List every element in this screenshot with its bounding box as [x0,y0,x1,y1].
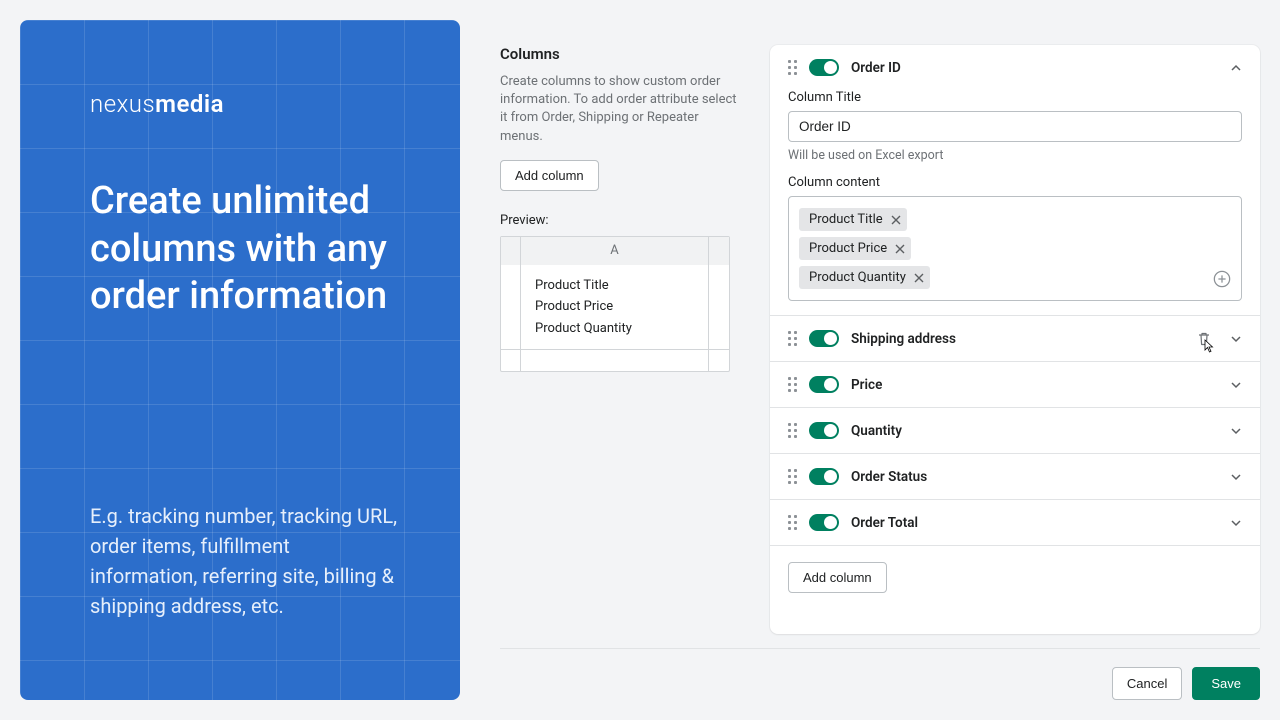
preview-label: Preview: [500,213,740,228]
enable-toggle[interactable] [809,468,839,485]
column-card-order-status: Order Status [770,454,1260,500]
column-title-input[interactable] [788,111,1242,142]
enable-toggle[interactable] [809,59,839,76]
column-title-help: Will be used on Excel export [788,148,1242,163]
close-icon [914,273,924,283]
expand-toggle[interactable] [1230,517,1242,529]
drag-handle-icon[interactable] [788,423,797,438]
column-content-tags[interactable]: Product Title Product Price [788,196,1242,301]
delete-column-button[interactable] [1196,331,1212,347]
tag-label: Product Quantity [809,270,906,285]
preview-table: A Product Title Product Price Product Qu… [500,236,730,372]
close-icon [895,244,905,254]
column-card-title: Order Total [851,515,1218,531]
chevron-down-icon [1230,517,1242,529]
chevron-down-icon [1230,379,1242,391]
cursor-pointer-icon [1200,339,1216,355]
column-card-title: Order Status [851,469,1218,485]
expand-toggle[interactable] [1230,471,1242,483]
chevron-up-icon [1230,62,1242,74]
column-card-price: Price [770,362,1260,408]
save-button[interactable]: Save [1192,667,1260,700]
content-tag: Product Title [799,208,907,231]
preview-cell: Product Quantity [535,318,694,339]
add-tag-button[interactable] [1213,270,1231,292]
preview-cell: Product Title [535,275,694,296]
enable-toggle[interactable] [809,514,839,531]
brand-logo: nexusmedia [90,90,400,118]
column-card-quantity: Quantity [770,408,1260,454]
column-card-title: Quantity [851,423,1218,439]
column-card-title: Shipping address [851,331,1184,347]
drag-handle-icon[interactable] [788,469,797,484]
chevron-down-icon [1230,471,1242,483]
enable-toggle[interactable] [809,376,839,393]
collapse-toggle[interactable] [1230,62,1242,74]
plus-circle-icon [1213,270,1231,288]
expand-toggle[interactable] [1230,379,1242,391]
remove-tag-button[interactable] [914,273,924,283]
expand-toggle[interactable] [1230,425,1242,437]
column-card-title: Order ID [851,60,1218,76]
column-title-label: Column Title [788,90,1242,105]
remove-tag-button[interactable] [891,215,901,225]
chevron-down-icon [1230,425,1242,437]
content-tag: Product Quantity [799,266,930,289]
remove-tag-button[interactable] [895,244,905,254]
section-title: Columns [500,45,740,63]
enable-toggle[interactable] [809,330,839,347]
preview-cell: Product Price [535,296,694,317]
section-description: Create columns to show custom order info… [500,73,740,146]
promo-panel: nexusmedia Create unlimited columns with… [20,20,460,700]
footer-actions: Cancel Save [500,648,1260,700]
preview-col-header: A [521,237,709,265]
tag-label: Product Price [809,241,887,256]
column-card-order-id: Order ID Column Title Will be used on Ex… [770,45,1260,316]
drag-handle-icon[interactable] [788,377,797,392]
tag-label: Product Title [809,212,883,227]
close-icon [891,215,901,225]
drag-handle-icon[interactable] [788,60,797,75]
drag-handle-icon[interactable] [788,515,797,530]
content-tag: Product Price [799,237,911,260]
logo-text-bold: media [155,90,224,118]
column-card-title: Price [851,377,1218,393]
logo-text-light: nexus [90,90,155,118]
add-column-button-top[interactable]: Add column [500,160,599,191]
drag-handle-icon[interactable] [788,331,797,346]
enable-toggle[interactable] [809,422,839,439]
column-content-label: Column content [788,175,1242,190]
promo-headline: Create unlimited columns with any order … [90,178,400,321]
columns-panel: Order ID Column Title Will be used on Ex… [770,45,1260,634]
columns-info: Columns Create columns to show custom or… [500,45,740,634]
add-column-button-bottom[interactable]: Add column [788,562,887,593]
column-card-order-total: Order Total [770,500,1260,546]
column-card-shipping-address: Shipping address [770,316,1260,362]
main-area: Columns Create columns to show custom or… [500,20,1260,700]
chevron-down-icon [1230,333,1242,345]
expand-toggle[interactable] [1230,333,1242,345]
promo-subtext: E.g. tracking number, tracking URL, orde… [90,501,400,621]
cancel-button[interactable]: Cancel [1112,667,1182,700]
